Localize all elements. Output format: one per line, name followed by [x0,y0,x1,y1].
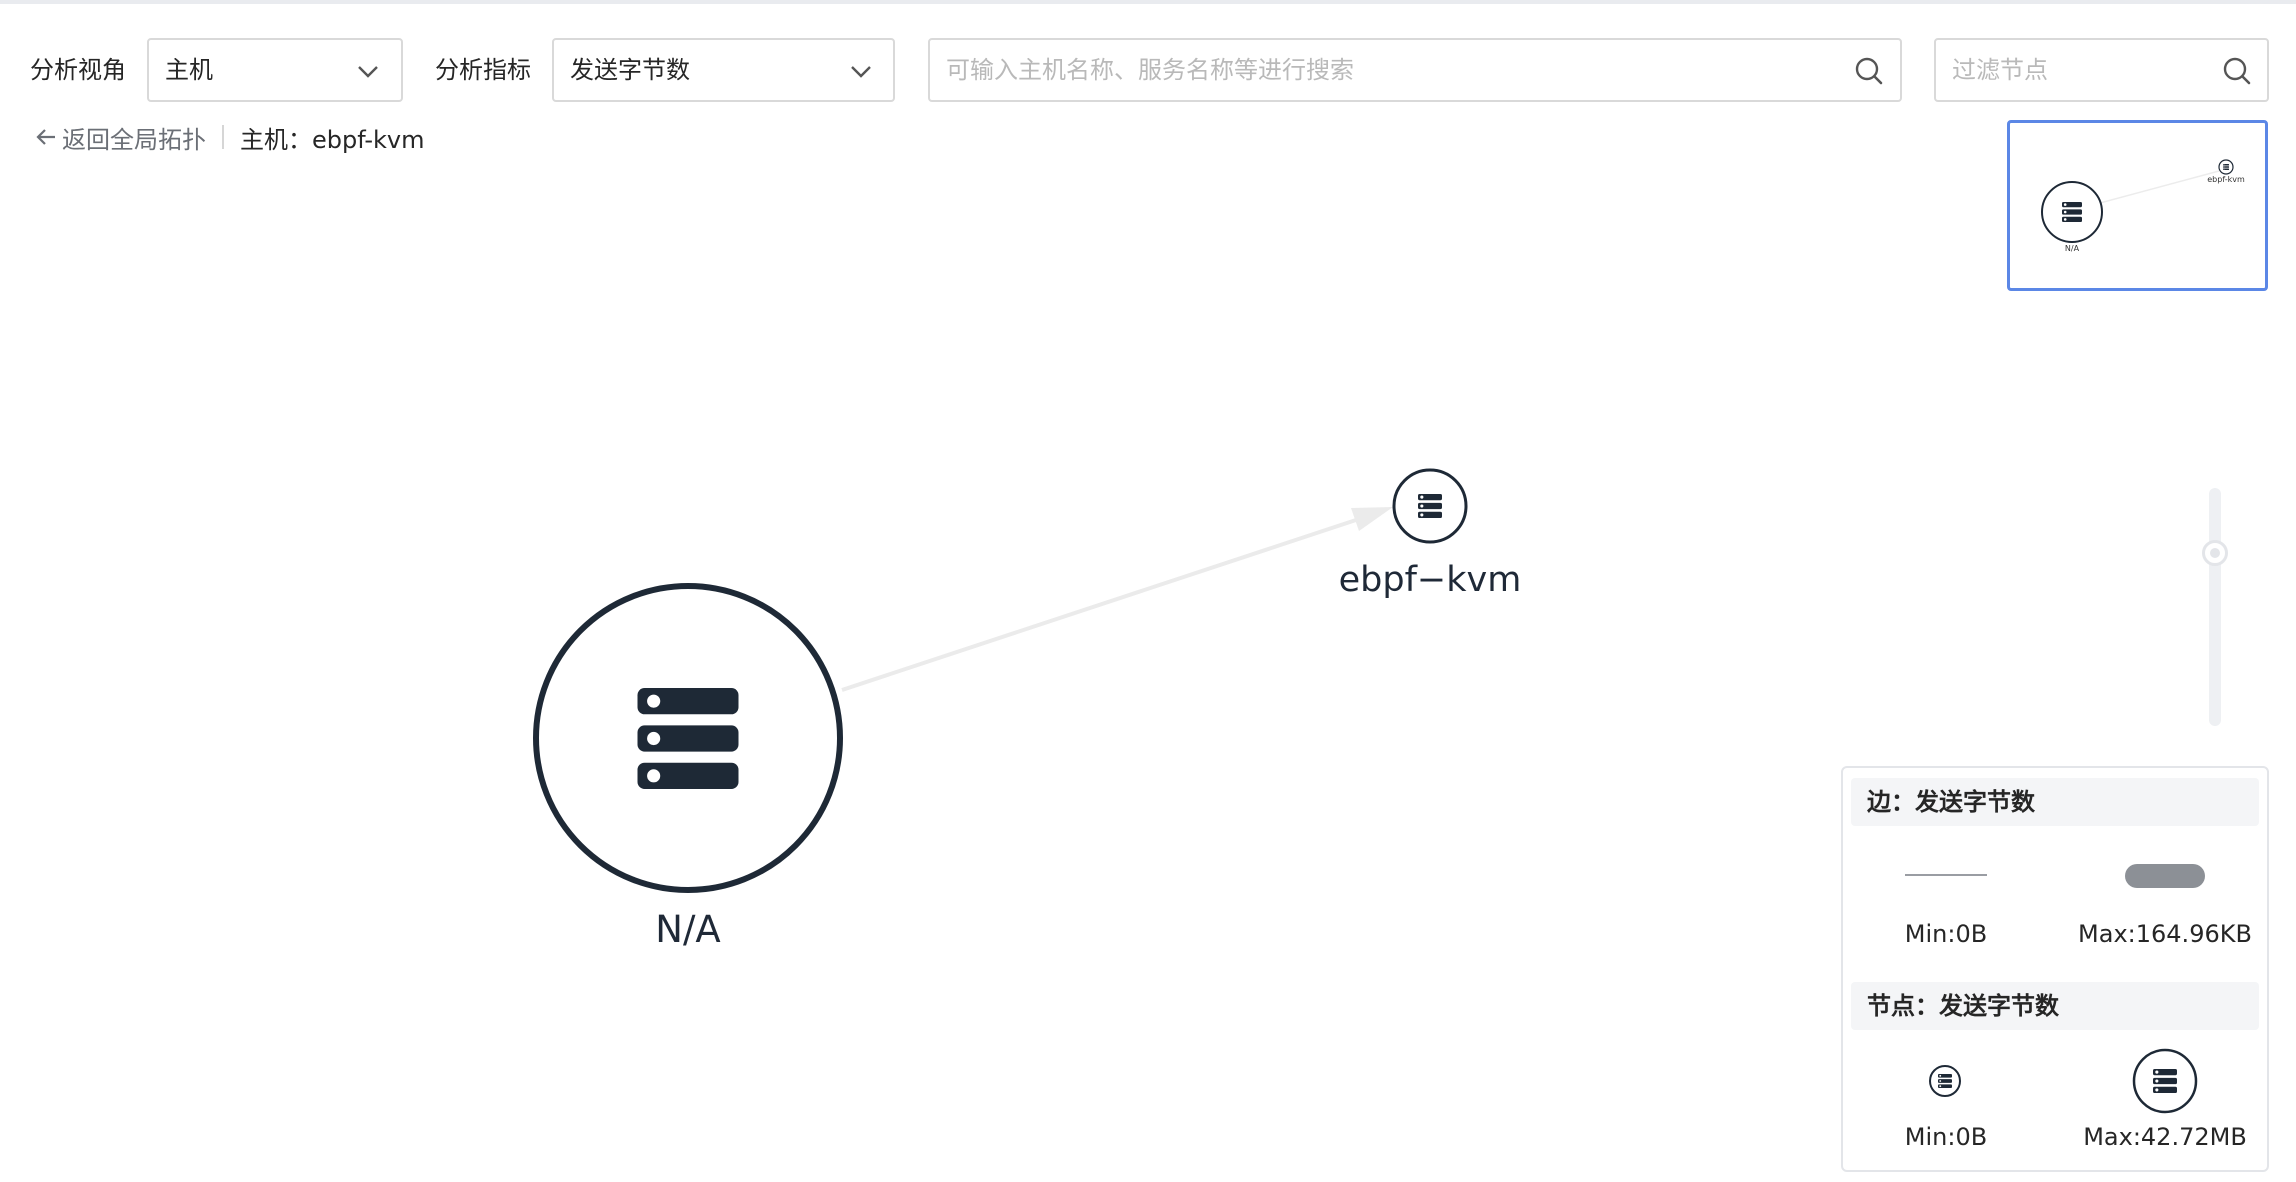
legend-node-max: Max:42.72MB [2083,1123,2247,1151]
minimap[interactable]: ebpf-kvm N/A [2007,120,2268,291]
minimap-label-na: N/A [2064,244,2080,253]
legend-panel: 边：发送字节数 Min:0B Max:164.96KB 节点：发送字节数 Min… [1841,766,2269,1172]
legend-node-samples [1929,1048,2198,1114]
graph-node-ebpf[interactable] [1392,468,1468,544]
server-icon [1418,494,1442,518]
topology-page: 分析视角 主机 分析指标 发送字节数 可输入主机名称、服务名称等进行搜索 过滤节… [0,0,2296,1182]
minimap-label-ebpf: ebpf-kvm [2207,175,2245,184]
minimap-canvas [2041,159,2234,243]
legend-node-min: Min:0B [1904,1123,1988,1151]
edge-arrowhead [1351,507,1393,531]
graph-edge[interactable] [841,507,1393,692]
graph-node-na[interactable] [533,583,843,893]
zoom-slider-handle[interactable] [2202,540,2228,566]
zoom-slider-track[interactable] [2209,488,2221,726]
node-label-ebpf: ebpf−kvm [1338,560,1522,600]
node-label-na: N/A [655,908,721,951]
server-icon [637,688,739,789]
